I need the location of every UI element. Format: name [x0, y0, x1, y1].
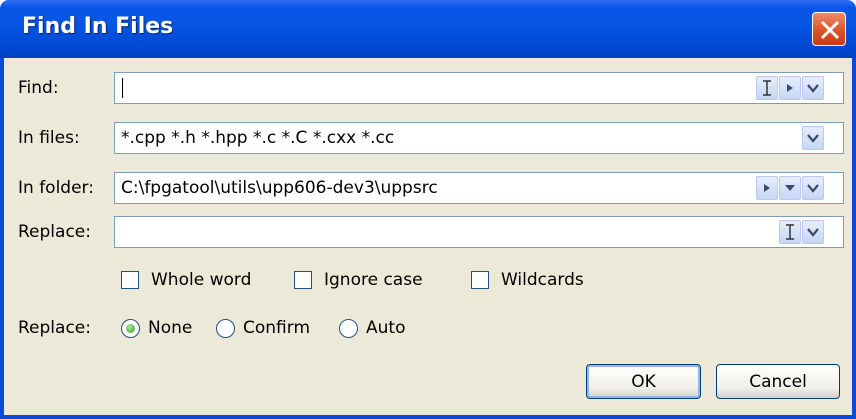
find-dropdown-button[interactable]: [802, 76, 824, 100]
in-folder-label: In folder:: [18, 178, 94, 198]
text-cursor-button[interactable]: [756, 76, 778, 100]
dropdown-arrow-icon: [807, 84, 819, 93]
dropdown-arrow-icon: [785, 185, 795, 191]
replace-text-cursor-button[interactable]: [779, 220, 801, 244]
ok-button[interactable]: OK: [586, 364, 701, 399]
in-folder-dropdown-button[interactable]: [802, 176, 824, 200]
folder-next-button[interactable]: [756, 176, 778, 200]
replace-dropdown-button[interactable]: [802, 220, 824, 244]
history-next-button[interactable]: [779, 76, 801, 100]
replace-confirm-label[interactable]: Confirm: [243, 318, 310, 338]
cancel-button[interactable]: Cancel: [716, 364, 840, 399]
replace-label: Replace:: [18, 222, 91, 242]
replace-mode-label: Replace:: [18, 318, 91, 338]
play-arrow-icon: [764, 184, 770, 192]
replace-none-label[interactable]: None: [148, 318, 192, 338]
in-folder-value: C:\fpgatool\utils\upp606-dev3\uppsrc: [121, 178, 438, 198]
text-cursor-icon: [763, 80, 771, 96]
replace-input[interactable]: [114, 216, 844, 248]
close-button[interactable]: [812, 12, 846, 46]
dropdown-arrow-icon: [807, 184, 819, 193]
dropdown-arrow-icon: [807, 228, 819, 237]
find-input[interactable]: [114, 72, 844, 104]
ignore-case-label[interactable]: Ignore case: [324, 270, 423, 290]
ignore-case-checkbox[interactable]: [294, 271, 312, 289]
play-arrow-icon: [787, 84, 793, 92]
find-label: Find:: [18, 78, 59, 98]
in-files-value: *.cpp *.h *.hpp *.c *.C *.cxx *.cc: [121, 128, 395, 148]
folder-history-button[interactable]: [779, 176, 801, 200]
dialog-body: Find: In files: *.cpp *.h *.hpp *.c *.C …: [4, 58, 852, 415]
in-files-dropdown-button[interactable]: [802, 126, 824, 150]
replace-auto-label[interactable]: Auto: [366, 318, 405, 338]
in-folder-input[interactable]: C:\fpgatool\utils\upp606-dev3\uppsrc: [114, 172, 844, 204]
text-caret: [122, 78, 123, 98]
whole-word-label[interactable]: Whole word: [151, 270, 251, 290]
in-files-label: In files:: [18, 128, 80, 148]
replace-auto-radio[interactable]: [339, 319, 358, 338]
in-files-input[interactable]: *.cpp *.h *.hpp *.c *.C *.cxx *.cc: [114, 122, 844, 154]
wildcards-label[interactable]: Wildcards: [501, 270, 584, 290]
dropdown-arrow-icon: [807, 134, 819, 143]
find-in-files-dialog: Find In Files Find: In files: *.cpp *.h …: [0, 0, 856, 419]
window-title: Find In Files: [22, 14, 174, 39]
radio-selected-dot: [126, 324, 135, 333]
text-cursor-icon: [786, 224, 794, 240]
title-bar[interactable]: Find In Files: [0, 0, 856, 58]
close-icon: [820, 20, 840, 40]
replace-confirm-radio[interactable]: [216, 319, 235, 338]
whole-word-checkbox[interactable]: [121, 271, 139, 289]
wildcards-checkbox[interactable]: [471, 271, 489, 289]
replace-none-radio[interactable]: [121, 319, 140, 338]
